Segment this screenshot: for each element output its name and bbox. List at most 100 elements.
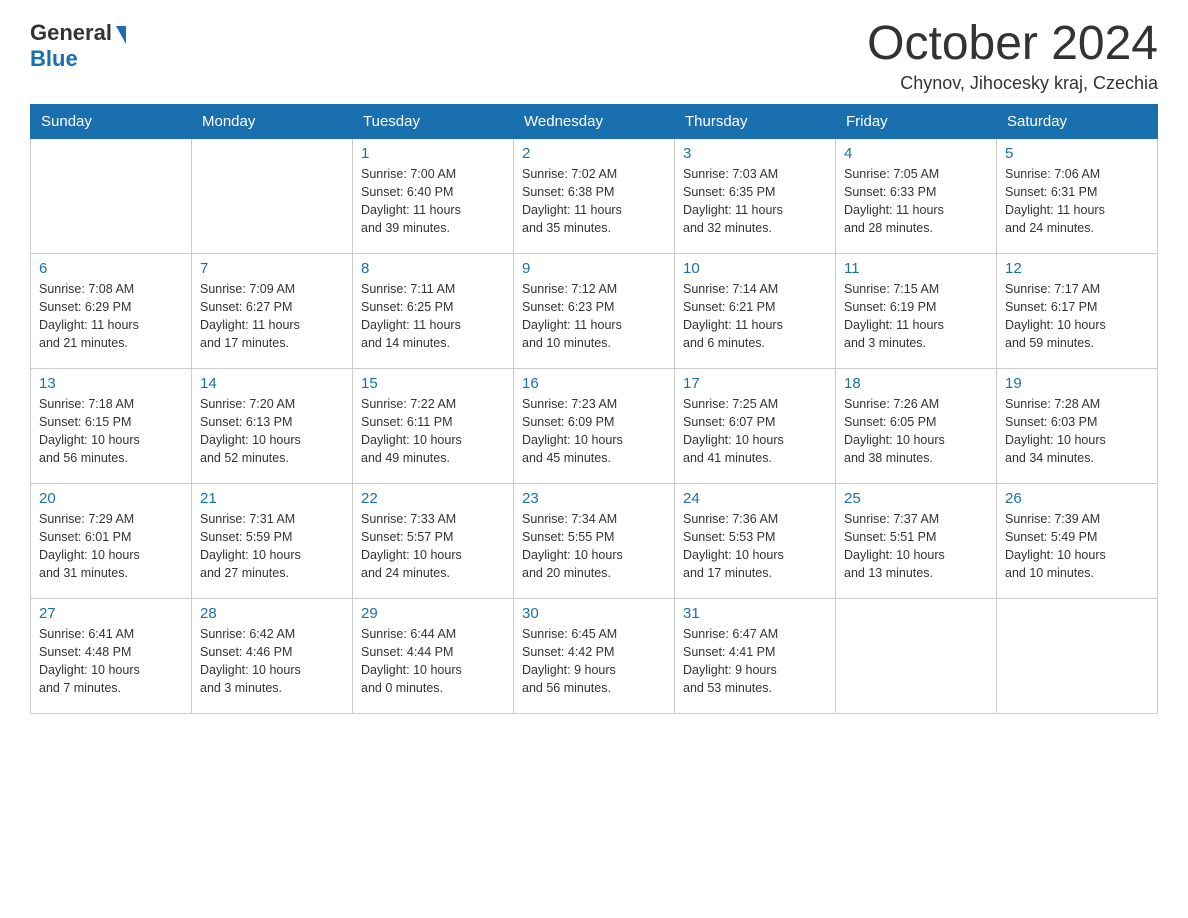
- day-number: 27: [39, 605, 183, 622]
- calendar-cell: 2Sunrise: 7:02 AMSunset: 6:38 PMDaylight…: [514, 139, 675, 254]
- calendar-cell: [836, 599, 997, 714]
- calendar-header-wednesday: Wednesday: [514, 105, 675, 139]
- day-info: Sunrise: 7:25 AMSunset: 6:07 PMDaylight:…: [683, 395, 827, 468]
- calendar-cell: 1 Sunrise: 7:00 AMSunset: 6:40 PMDaylight…: [353, 139, 514, 254]
- logo-general-text: General: [30, 20, 112, 46]
- day-number: 24: [683, 490, 827, 507]
- day-number: 6: [39, 260, 183, 277]
- week-row-4: 20 Sunrise: 7:29 AMSunset: 6:01 PMDayligh…: [31, 484, 1158, 599]
- month-title: October 2024: [867, 20, 1158, 68]
- day-number: 17: [683, 375, 827, 392]
- calendar-cell: 13Sunrise: 7:18 AMSunset: 6:15 PMDayligh…: [31, 369, 192, 484]
- day-info: Sunrise: 7:26 AMSunset: 6:05 PMDaylight:…: [844, 395, 988, 468]
- calendar-cell: 14Sunrise: 7:20 AMSunset: 6:13 PMDayligh…: [192, 369, 353, 484]
- calendar-cell: 9 Sunrise: 7:12 AMSunset: 6:23 PMDaylight…: [514, 254, 675, 369]
- calendar-cell: 6 Sunrise: 7:08 AMSunset: 6:29 PMDaylight…: [31, 254, 192, 369]
- calendar-cell: 30 Sunrise: 6:45 AMSunset: 4:42 PMDayligh…: [514, 599, 675, 714]
- day-number: 3: [683, 145, 827, 162]
- week-row-3: 13Sunrise: 7:18 AMSunset: 6:15 PMDayligh…: [31, 369, 1158, 484]
- calendar-cell: 26 Sunrise: 7:39 AMSunset: 5:49 PMDayligh…: [997, 484, 1158, 599]
- week-row-1: 1 Sunrise: 7:00 AMSunset: 6:40 PMDaylight…: [31, 139, 1158, 254]
- calendar-cell: 18 Sunrise: 7:26 AMSunset: 6:05 PMDayligh…: [836, 369, 997, 484]
- day-info: Sunrise: 6:45 AMSunset: 4:42 PMDaylight:…: [522, 625, 666, 698]
- calendar-cell: 27Sunrise: 6:41 AMSunset: 4:48 PMDayligh…: [31, 599, 192, 714]
- day-info: Sunrise: 7:31 AMSunset: 5:59 PMDaylight:…: [200, 510, 344, 583]
- day-info: Sunrise: 7:15 AMSunset: 6:19 PMDaylight:…: [844, 280, 988, 353]
- calendar-header-saturday: Saturday: [997, 105, 1158, 139]
- day-info: Sunrise: 7:06 AMSunset: 6:31 PMDaylight:…: [1005, 165, 1149, 238]
- calendar-cell: 7 Sunrise: 7:09 AMSunset: 6:27 PMDaylight…: [192, 254, 353, 369]
- calendar-cell: [997, 599, 1158, 714]
- calendar-header-row: SundayMondayTuesdayWednesdayThursdayFrid…: [31, 105, 1158, 139]
- day-number: 25: [844, 490, 988, 507]
- calendar-header-friday: Friday: [836, 105, 997, 139]
- day-number: 8: [361, 260, 505, 277]
- page-header: General Blue October 2024 Chynov, Jihoce…: [30, 20, 1158, 94]
- day-info: Sunrise: 7:28 AMSunset: 6:03 PMDaylight:…: [1005, 395, 1149, 468]
- calendar-cell: 24 Sunrise: 7:36 AMSunset: 5:53 PMDayligh…: [675, 484, 836, 599]
- calendar-header-thursday: Thursday: [675, 105, 836, 139]
- day-info: Sunrise: 7:17 AMSunset: 6:17 PMDaylight:…: [1005, 280, 1149, 353]
- day-info: Sunrise: 7:05 AMSunset: 6:33 PMDaylight:…: [844, 165, 988, 238]
- day-info: Sunrise: 6:44 AMSunset: 4:44 PMDaylight:…: [361, 625, 505, 698]
- day-number: 22: [361, 490, 505, 507]
- title-section: October 2024 Chynov, Jihocesky kraj, Cze…: [867, 20, 1158, 94]
- calendar-cell: [192, 139, 353, 254]
- day-number: 23: [522, 490, 666, 507]
- week-row-2: 6 Sunrise: 7:08 AMSunset: 6:29 PMDaylight…: [31, 254, 1158, 369]
- day-number: 16: [522, 375, 666, 392]
- day-number: 20: [39, 490, 183, 507]
- calendar-header-sunday: Sunday: [31, 105, 192, 139]
- day-info: Sunrise: 7:08 AMSunset: 6:29 PMDaylight:…: [39, 280, 183, 353]
- calendar-cell: 31 Sunrise: 6:47 AMSunset: 4:41 PMDayligh…: [675, 599, 836, 714]
- day-number: 12: [1005, 260, 1149, 277]
- day-number: 9: [522, 260, 666, 277]
- day-info: Sunrise: 7:39 AMSunset: 5:49 PMDaylight:…: [1005, 510, 1149, 583]
- day-info: Sunrise: 7:37 AMSunset: 5:51 PMDaylight:…: [844, 510, 988, 583]
- calendar-cell: 4Sunrise: 7:05 AMSunset: 6:33 PMDaylight…: [836, 139, 997, 254]
- day-info: Sunrise: 7:11 AMSunset: 6:25 PMDaylight:…: [361, 280, 505, 353]
- calendar-cell: 17 Sunrise: 7:25 AMSunset: 6:07 PMDayligh…: [675, 369, 836, 484]
- calendar-table: SundayMondayTuesdayWednesdayThursdayFrid…: [30, 104, 1158, 714]
- calendar-header-tuesday: Tuesday: [353, 105, 514, 139]
- day-number: 7: [200, 260, 344, 277]
- calendar-cell: 3 Sunrise: 7:03 AMSunset: 6:35 PMDaylight…: [675, 139, 836, 254]
- day-info: Sunrise: 7:29 AMSunset: 6:01 PMDaylight:…: [39, 510, 183, 583]
- day-info: Sunrise: 7:33 AMSunset: 5:57 PMDaylight:…: [361, 510, 505, 583]
- day-info: Sunrise: 7:02 AMSunset: 6:38 PMDaylight:…: [522, 165, 666, 238]
- day-number: 29: [361, 605, 505, 622]
- day-number: 21: [200, 490, 344, 507]
- day-number: 18: [844, 375, 988, 392]
- day-number: 11: [844, 260, 988, 277]
- day-info: Sunrise: 7:12 AMSunset: 6:23 PMDaylight:…: [522, 280, 666, 353]
- day-info: Sunrise: 7:03 AMSunset: 6:35 PMDaylight:…: [683, 165, 827, 238]
- day-number: 28: [200, 605, 344, 622]
- day-number: 13: [39, 375, 183, 392]
- day-info: Sunrise: 7:23 AMSunset: 6:09 PMDaylight:…: [522, 395, 666, 468]
- calendar-cell: 29 Sunrise: 6:44 AMSunset: 4:44 PMDayligh…: [353, 599, 514, 714]
- day-info: Sunrise: 7:14 AMSunset: 6:21 PMDaylight:…: [683, 280, 827, 353]
- calendar-header-monday: Monday: [192, 105, 353, 139]
- calendar-cell: [31, 139, 192, 254]
- calendar-cell: 28Sunrise: 6:42 AMSunset: 4:46 PMDayligh…: [192, 599, 353, 714]
- day-info: Sunrise: 6:47 AMSunset: 4:41 PMDaylight:…: [683, 625, 827, 698]
- calendar-cell: 23Sunrise: 7:34 AMSunset: 5:55 PMDayligh…: [514, 484, 675, 599]
- calendar-cell: 5Sunrise: 7:06 AMSunset: 6:31 PMDaylight…: [997, 139, 1158, 254]
- day-number: 1: [361, 145, 505, 162]
- day-number: 19: [1005, 375, 1149, 392]
- logo-arrow-icon: [116, 26, 126, 44]
- day-info: Sunrise: 7:00 AMSunset: 6:40 PMDaylight:…: [361, 165, 505, 238]
- calendar-cell: 8 Sunrise: 7:11 AMSunset: 6:25 PMDaylight…: [353, 254, 514, 369]
- day-info: Sunrise: 7:22 AMSunset: 6:11 PMDaylight:…: [361, 395, 505, 468]
- calendar-cell: 21 Sunrise: 7:31 AMSunset: 5:59 PMDayligh…: [192, 484, 353, 599]
- calendar-cell: 15 Sunrise: 7:22 AMSunset: 6:11 PMDayligh…: [353, 369, 514, 484]
- calendar-cell: 19 Sunrise: 7:28 AMSunset: 6:03 PMDayligh…: [997, 369, 1158, 484]
- day-number: 30: [522, 605, 666, 622]
- day-info: Sunrise: 7:20 AMSunset: 6:13 PMDaylight:…: [200, 395, 344, 468]
- day-info: Sunrise: 7:36 AMSunset: 5:53 PMDaylight:…: [683, 510, 827, 583]
- day-info: Sunrise: 7:09 AMSunset: 6:27 PMDaylight:…: [200, 280, 344, 353]
- day-number: 15: [361, 375, 505, 392]
- calendar-cell: 12 Sunrise: 7:17 AMSunset: 6:17 PMDayligh…: [997, 254, 1158, 369]
- day-number: 26: [1005, 490, 1149, 507]
- day-number: 31: [683, 605, 827, 622]
